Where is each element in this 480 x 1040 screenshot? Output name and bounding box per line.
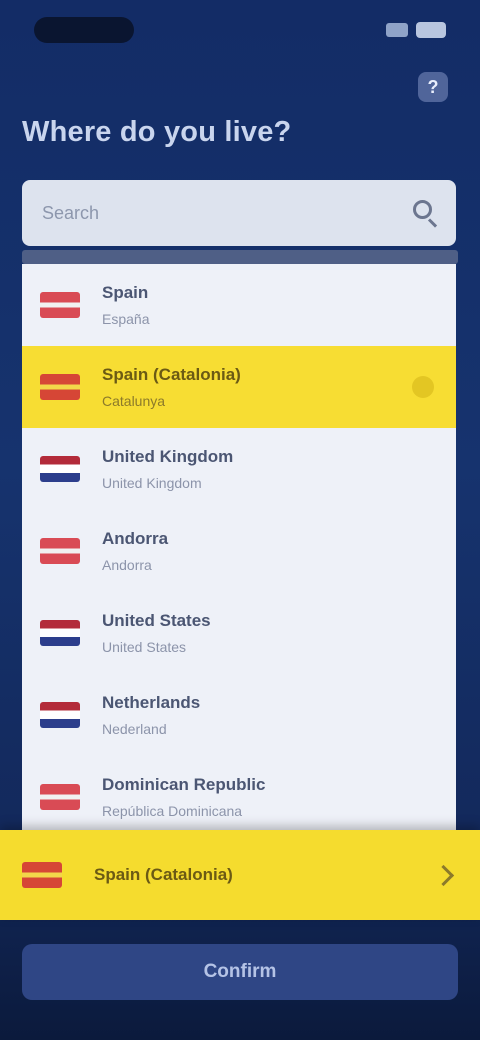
country-name: United Kingdom: [102, 447, 234, 466]
country-name: Spain: [102, 283, 149, 302]
flag-icon: [40, 702, 80, 728]
country-name: United States: [102, 611, 211, 630]
flag-icon: [40, 784, 80, 810]
flag-icon: [22, 862, 62, 888]
country-native-name: United Kingdom: [102, 475, 202, 491]
flag-icon: [40, 456, 80, 482]
list-item[interactable]: United Kingdom United Kingdom: [22, 428, 456, 510]
country-native-name: United States: [102, 639, 187, 655]
signal-icon: [386, 23, 408, 37]
country-native-name: Nederland: [102, 721, 167, 737]
chevron-right-icon: [432, 862, 458, 888]
country-native-name: Andorra: [102, 557, 152, 573]
selected-check-icon: [412, 376, 434, 398]
battery-icon: [416, 22, 446, 38]
country-native-name: República Dominicana: [102, 803, 243, 819]
list-item[interactable]: Spain España: [22, 264, 456, 346]
country-native-name: Catalunya: [102, 393, 166, 409]
list-item[interactable]: United States United States: [22, 592, 456, 674]
country-list[interactable]: Spain España Spain (Catalonia) Catalunya…: [22, 264, 456, 830]
list-item-selected[interactable]: Spain (Catalonia) Catalunya: [22, 346, 456, 428]
search-input[interactable]: [42, 202, 408, 224]
flag-icon: [40, 292, 80, 318]
country-picker-screen: ? Where do you live? Spain España Spain …: [0, 0, 480, 1040]
flag-icon: [40, 374, 80, 400]
status-icons: [386, 22, 446, 38]
list-item[interactable]: Dominican Republic República Dominicana: [22, 756, 456, 830]
selected-country-banner[interactable]: Spain (Catalonia): [0, 830, 480, 920]
country-name: Netherlands: [102, 693, 201, 712]
flag-icon: [40, 620, 80, 646]
help-icon: ?: [418, 72, 448, 102]
flag-icon: [40, 538, 80, 564]
search-bar[interactable]: [22, 180, 456, 246]
status-bar: [0, 0, 480, 60]
selected-country-label: Spain (Catalonia): [94, 865, 233, 884]
country-name: Dominican Republic: [102, 775, 266, 794]
country-native-name: España: [102, 311, 150, 327]
list-divider: [22, 250, 458, 264]
help-button[interactable]: ?: [416, 70, 450, 104]
search-icon[interactable]: [408, 196, 442, 230]
list-item[interactable]: Andorra Andorra: [22, 510, 456, 592]
country-name: Spain (Catalonia): [102, 365, 241, 384]
confirm-button[interactable]: Confirm: [22, 944, 458, 1000]
page-title: Where do you live?: [22, 116, 292, 148]
country-name: Andorra: [102, 529, 169, 548]
status-bar-pill: [34, 17, 134, 43]
list-item[interactable]: Netherlands Nederland: [22, 674, 456, 756]
